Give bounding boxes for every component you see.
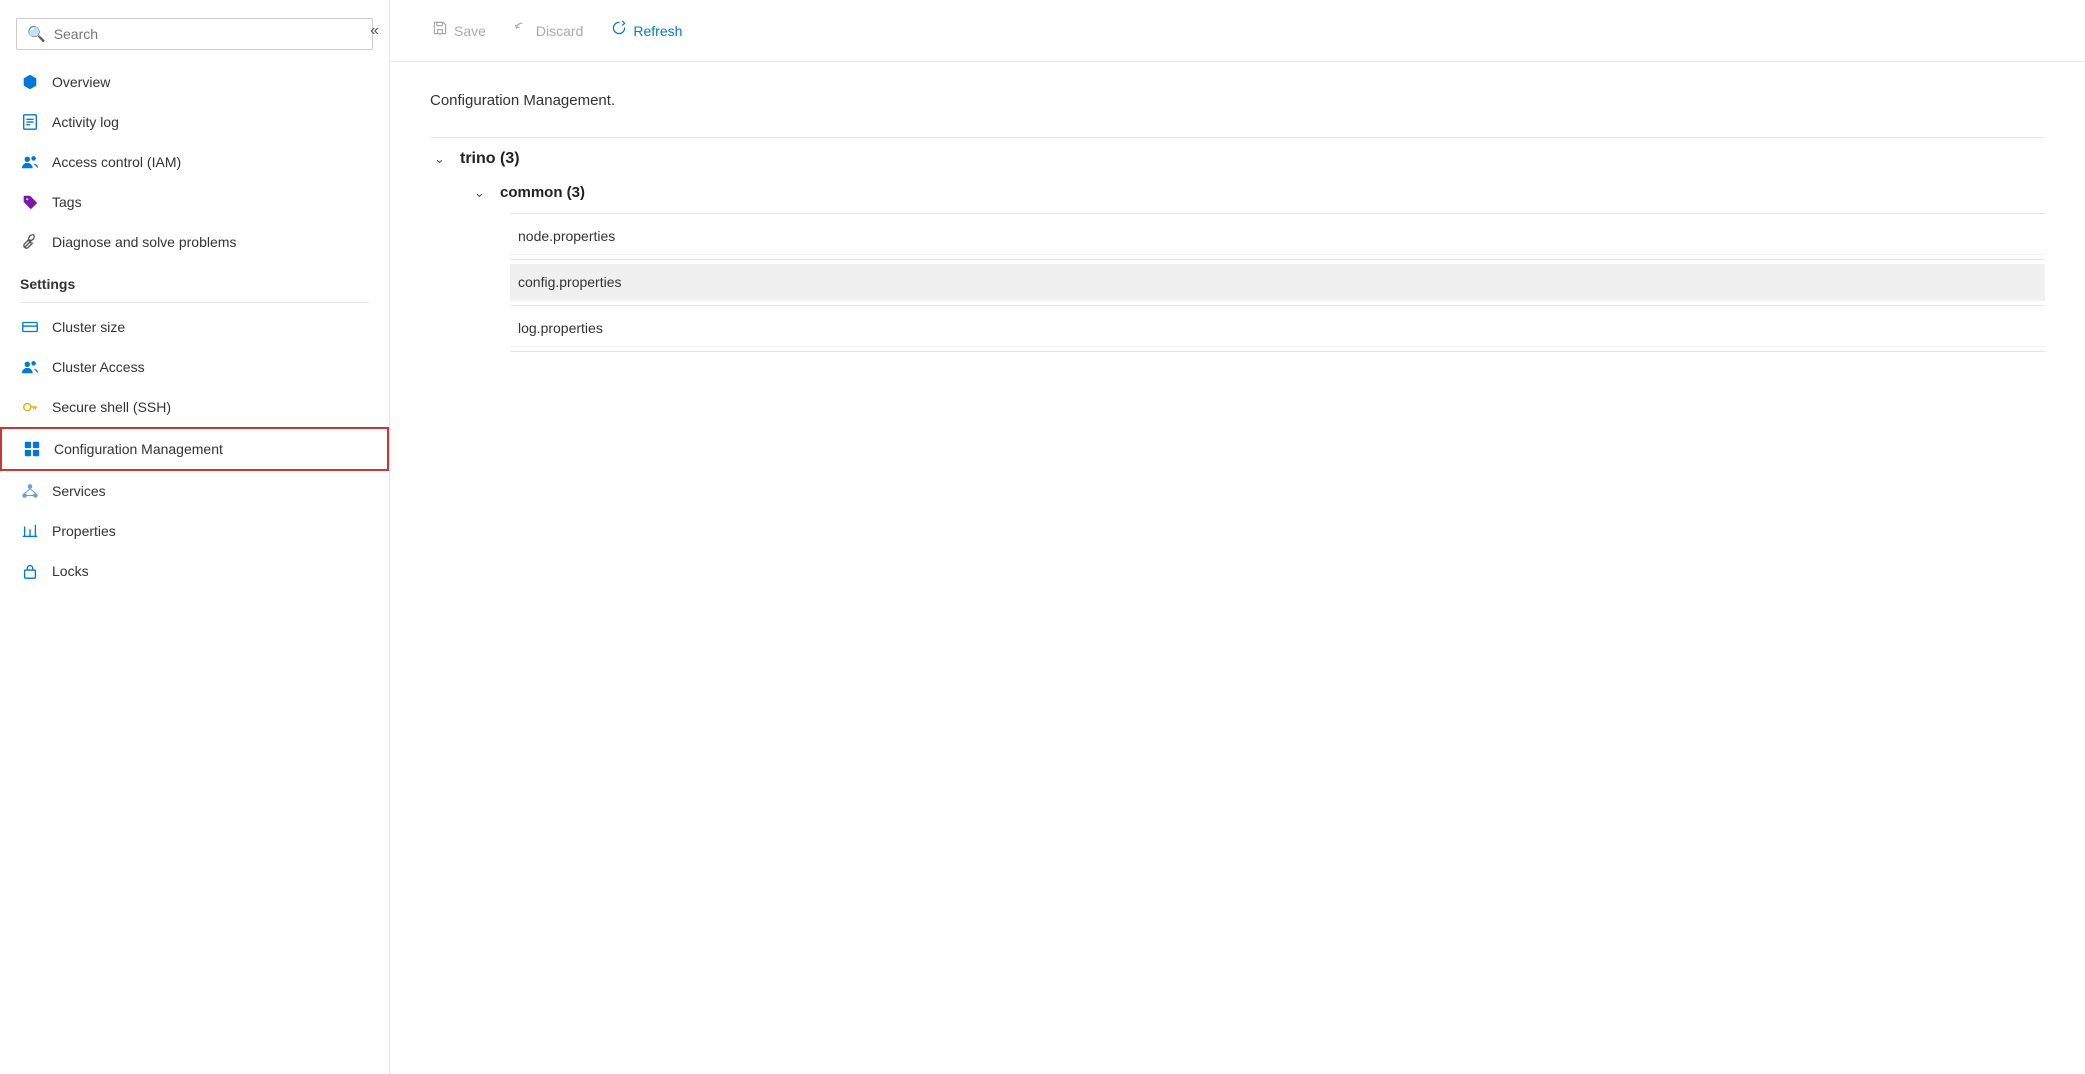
- sidebar-scroll: Overview Activity log: [0, 62, 389, 1074]
- leaf-divider-1: [510, 259, 2045, 260]
- main-content: Save Discard Refresh Configuration Manag…: [390, 0, 2085, 1074]
- settings-divider: [20, 302, 369, 303]
- tree-root-label: trino (3): [460, 150, 520, 168]
- leaf-label: node.properties: [518, 228, 615, 244]
- people-icon: [20, 152, 40, 172]
- sidebar-item-label: Configuration Management: [54, 441, 223, 457]
- sidebar-item-diagnose[interactable]: Diagnose and solve problems: [0, 222, 389, 262]
- lock-icon: [20, 561, 40, 581]
- hexagon-icon: [20, 72, 40, 92]
- tree-children: ⌄ common (3) node.properties config.prop…: [470, 176, 2045, 352]
- sidebar-item-label: Diagnose and solve problems: [52, 234, 236, 250]
- leaf-divider-2: [510, 305, 2045, 306]
- tree-leaves: node.properties config.properties log.pr…: [510, 213, 2045, 352]
- sidebar-item-properties[interactable]: Properties: [0, 511, 389, 551]
- sidebar-item-services[interactable]: Services: [0, 471, 389, 511]
- sidebar-item-label: Cluster Access: [52, 359, 145, 375]
- refresh-icon: [611, 20, 627, 41]
- tree-sub-parent-toggle[interactable]: ⌄ common (3): [470, 176, 2045, 209]
- search-bar[interactable]: 🔍: [16, 18, 373, 50]
- sidebar-item-ssh[interactable]: Secure shell (SSH): [0, 387, 389, 427]
- activity-icon: [20, 112, 40, 132]
- config-icon: [22, 439, 42, 459]
- resize-icon: [20, 317, 40, 337]
- tree-sub-label: common (3): [500, 184, 585, 201]
- sidebar-item-tags[interactable]: Tags: [0, 182, 389, 222]
- chevron-down-icon-2: ⌄: [474, 185, 490, 201]
- sidebar-item-label: Services: [52, 483, 106, 499]
- key-icon: [20, 397, 40, 417]
- leaf-label: log.properties: [518, 320, 603, 336]
- refresh-label: Refresh: [633, 23, 682, 39]
- sidebar-item-label: Overview: [52, 74, 110, 90]
- sidebar-item-config-management[interactable]: Configuration Management: [0, 427, 389, 471]
- discard-button[interactable]: Discard: [502, 14, 595, 47]
- sidebar-item-locks[interactable]: Locks: [0, 551, 389, 591]
- people-icon-2: [20, 357, 40, 377]
- services-icon: [20, 481, 40, 501]
- sidebar-item-label: Cluster size: [52, 319, 125, 335]
- collapse-sidebar-button[interactable]: «: [370, 22, 379, 40]
- sidebar-item-cluster-access[interactable]: Cluster Access: [0, 347, 389, 387]
- search-icon: 🔍: [27, 25, 46, 43]
- settings-section-label: Settings: [0, 262, 389, 298]
- leaf-node-properties[interactable]: node.properties: [510, 218, 2045, 255]
- save-label: Save: [454, 23, 486, 39]
- leaf-log-properties[interactable]: log.properties: [510, 310, 2045, 347]
- sidebar-item-label: Activity log: [52, 114, 119, 130]
- properties-icon: [20, 521, 40, 541]
- save-button[interactable]: Save: [420, 14, 498, 47]
- sidebar: 🔍 « Overview Activity log: [0, 0, 390, 1074]
- tree-root: ⌄ trino (3) ⌄ common (3) node.properties…: [430, 142, 2045, 352]
- content-divider: [430, 137, 2045, 138]
- toolbar: Save Discard Refresh: [390, 0, 2085, 62]
- sidebar-item-overview[interactable]: Overview: [0, 62, 389, 102]
- sidebar-item-label: Tags: [52, 194, 82, 210]
- sidebar-item-label: Locks: [52, 563, 89, 579]
- tree-root-toggle[interactable]: ⌄ trino (3): [430, 142, 2045, 176]
- wrench-icon: [20, 232, 40, 252]
- content-area: Configuration Management. ⌄ trino (3) ⌄ …: [390, 62, 2085, 1074]
- sidebar-item-access-control[interactable]: Access control (IAM): [0, 142, 389, 182]
- sidebar-item-activity-log[interactable]: Activity log: [0, 102, 389, 142]
- leaf-label: config.properties: [518, 274, 622, 290]
- save-icon: [432, 20, 448, 41]
- page-title: Configuration Management.: [430, 92, 2045, 109]
- sidebar-item-label: Properties: [52, 523, 116, 539]
- leaf-divider-3: [510, 351, 2045, 352]
- leaf-config-properties[interactable]: config.properties: [510, 264, 2045, 301]
- sidebar-item-cluster-size[interactable]: Cluster size: [0, 307, 389, 347]
- tag-icon: [20, 192, 40, 212]
- discard-icon: [514, 20, 530, 41]
- sidebar-item-label: Access control (IAM): [52, 154, 181, 170]
- leaf-divider-0: [510, 213, 2045, 214]
- chevron-down-icon: ⌄: [434, 151, 450, 167]
- refresh-button[interactable]: Refresh: [599, 14, 694, 47]
- sidebar-item-label: Secure shell (SSH): [52, 399, 171, 415]
- discard-label: Discard: [536, 23, 583, 39]
- search-input[interactable]: [54, 26, 362, 42]
